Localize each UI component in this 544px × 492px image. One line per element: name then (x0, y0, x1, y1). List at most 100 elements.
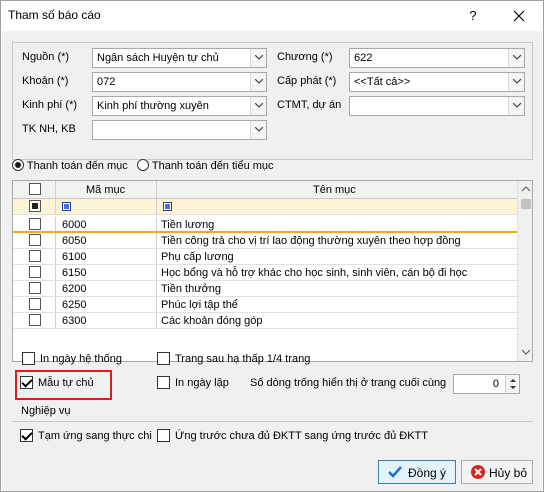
scroll-down-icon[interactable] (522, 349, 530, 355)
self-managed-template-checkbox[interactable] (20, 376, 33, 389)
blank-lines-value: 0 (492, 378, 499, 390)
select-all-checkbox[interactable] (29, 183, 41, 195)
row-name-cell[interactable]: Tiền lương (156, 217, 517, 231)
filter-icon[interactable] (163, 202, 172, 211)
row-name: Phúc lợi tập thể (161, 299, 238, 311)
radio-pay-to-subsection[interactable]: Thanh toán đến tiểu mục (137, 159, 274, 172)
advance-to-actual-checkbox[interactable] (20, 429, 33, 442)
item-label: Khoản (*) (22, 75, 69, 87)
advance-to-actual-label: Tạm ứng sang thực chi (38, 430, 152, 442)
row-check-cell (13, 313, 55, 328)
source-label: Nguồn (*) (22, 51, 70, 63)
grid-scrollbar[interactable] (517, 181, 532, 361)
scroll-up-icon[interactable] (522, 186, 530, 192)
print-system-date[interactable]: In ngày hệ thống (22, 352, 122, 365)
scroll-thumb[interactable] (521, 199, 531, 209)
row-code-cell[interactable]: 6150 (55, 265, 156, 280)
items-grid[interactable]: Mã mục Tên mục 6000 Tiền lương 6050 Tiền cô (12, 180, 533, 362)
print-created-date-checkbox[interactable] (157, 376, 170, 389)
row-code: 6050 (62, 235, 87, 247)
advance-conversion-checkbox[interactable] (157, 429, 170, 442)
chevron-down-icon[interactable] (250, 49, 266, 67)
table-row[interactable]: 6100 Phụ cấp lương (13, 249, 517, 265)
ok-button-label: Đồng ý (408, 466, 447, 480)
next-page-lower-checkbox[interactable] (157, 352, 170, 365)
table-row[interactable]: 6200 Tiền thưởng (13, 281, 517, 297)
close-icon[interactable] (509, 6, 529, 26)
table-row[interactable]: 6050 Tiền công trả cho vị trí lao động th… (13, 233, 517, 249)
row-name-cell[interactable]: Phụ cấp lương (156, 249, 517, 264)
print-created-date[interactable]: In ngày lập (157, 376, 229, 389)
row-code-cell[interactable]: 6250 (55, 297, 156, 312)
header-code: Mã mục (86, 184, 126, 196)
row-checkbox[interactable] (29, 314, 41, 326)
advance-to-actual[interactable]: Tạm ứng sang thực chi (20, 429, 152, 442)
row-check-cell (13, 281, 55, 296)
row-name-cell[interactable]: Tiền thưởng (156, 281, 517, 296)
row-code-cell[interactable]: 6200 (55, 281, 156, 296)
item-combo[interactable]: 072 (92, 72, 267, 92)
chevron-down-icon[interactable] (250, 121, 266, 139)
row-name-cell[interactable]: Học bổng và hỗ trợ khác cho học sinh, si… (156, 265, 517, 280)
ok-button[interactable]: Đồng ý (378, 460, 456, 484)
title-bar: Tham số báo cáo ? (1, 1, 543, 31)
row-checkbox[interactable] (29, 266, 41, 278)
header-check-col (13, 181, 55, 198)
help-button[interactable]: ? (463, 6, 483, 26)
funding-combo[interactable]: Kinh phí thường xuyên (92, 96, 267, 116)
radio-off-icon[interactable] (137, 159, 149, 171)
row-check-cell (13, 249, 55, 264)
chevron-down-icon[interactable] (508, 73, 524, 91)
chevron-down-icon[interactable] (250, 73, 266, 91)
row-name-cell[interactable]: Các khoản đóng góp (156, 313, 517, 328)
business-group-title: Nghiệp vụ (21, 405, 71, 417)
window-title: Tham số báo cáo (8, 8, 101, 22)
filter-checkbox[interactable] (29, 200, 41, 212)
row-checkbox[interactable] (29, 218, 41, 230)
row-code-cell[interactable]: 6100 (55, 249, 156, 264)
parameters-group: Nguồn (*) Ngân sách Huyện tự chủ Khoản (… (12, 42, 533, 160)
self-managed-template-label: Mẫu tự chủ (38, 377, 94, 389)
advance-conversion-label: Ứng trước chưa đủ ĐKTT sang ứng trước đủ… (175, 430, 428, 442)
row-checkbox[interactable] (29, 282, 41, 294)
table-row[interactable]: 6250 Phúc lợi tập thể (13, 297, 517, 313)
row-code-cell[interactable]: 6050 (55, 233, 156, 248)
chapter-combo[interactable]: 622 (349, 48, 525, 68)
cancel-button[interactable]: Hủy bỏ (461, 460, 533, 484)
table-row[interactable]: 6000 Tiền lương (13, 217, 517, 233)
filter-icon[interactable] (62, 202, 71, 211)
chevron-down-icon[interactable] (508, 49, 524, 67)
chevron-down-icon[interactable] (250, 97, 266, 115)
self-managed-template[interactable]: Mẫu tự chủ (20, 376, 94, 389)
row-code-cell[interactable]: 6000 (55, 217, 156, 231)
row-checkbox[interactable] (29, 298, 41, 310)
blank-lines-stepper[interactable]: 0 (453, 374, 520, 394)
item-value: 072 (97, 76, 116, 88)
row-checkbox[interactable] (29, 234, 41, 246)
program-combo[interactable] (349, 96, 525, 116)
row-checkbox[interactable] (29, 250, 41, 262)
header-code-col[interactable]: Mã mục (55, 181, 156, 198)
row-code: 6300 (62, 315, 87, 327)
radio-pay-to-section[interactable]: Thanh toán đến mục (12, 159, 128, 172)
next-page-lower[interactable]: Trang sau hạ thấp 1/4 trang (157, 352, 310, 365)
row-check-cell (13, 265, 55, 280)
print-system-date-checkbox[interactable] (22, 352, 35, 365)
allocation-combo[interactable]: <<Tất cả>> (349, 72, 525, 92)
table-row[interactable]: 6300 Các khoản đóng góp (13, 313, 517, 329)
bank-account-combo[interactable] (92, 120, 267, 140)
table-row[interactable]: 6150 Học bổng và hỗ trợ khác cho học sinh… (13, 265, 517, 281)
row-name-cell[interactable]: Phúc lợi tập thể (156, 297, 517, 312)
filter-code-cell[interactable] (55, 199, 156, 214)
radio-on-icon[interactable] (12, 159, 24, 171)
stepper-arrows-icon[interactable] (505, 375, 519, 393)
advance-conversion[interactable]: Ứng trước chưa đủ ĐKTT sang ứng trước đủ… (157, 429, 428, 442)
chevron-down-icon[interactable] (508, 97, 524, 115)
header-name-col[interactable]: Tên mục (156, 181, 517, 198)
row-code-cell[interactable]: 6300 (55, 313, 156, 328)
cancel-icon (470, 464, 486, 483)
program-label: CTMT, dự án (277, 99, 342, 111)
row-name-cell[interactable]: Tiền công trả cho vị trí lao động thường… (156, 233, 517, 248)
source-combo[interactable]: Ngân sách Huyện tự chủ (92, 48, 267, 68)
filter-name-cell[interactable] (156, 199, 517, 214)
